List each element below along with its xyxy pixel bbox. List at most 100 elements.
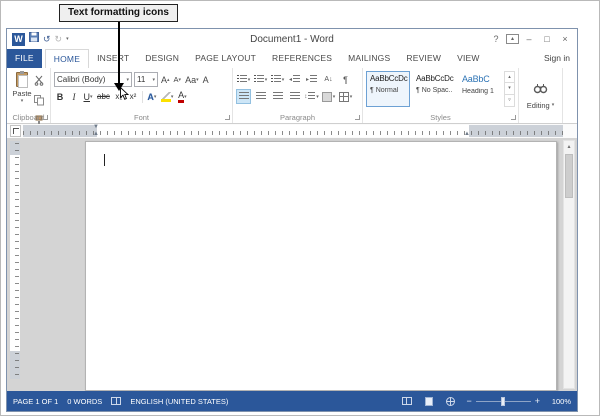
undo-icon[interactable]: ↺	[43, 33, 51, 46]
styles-group-label: Styles	[430, 113, 451, 122]
zoom-in-icon[interactable]: +	[535, 396, 540, 406]
status-bar: PAGE 1 OF 1 0 WORDS ENGLISH (UNITED STAT…	[7, 391, 577, 411]
show-hide-pilcrow-icon[interactable]: ¶	[338, 72, 353, 87]
paste-icon	[16, 71, 28, 88]
line-spacing-glyph: ↕	[304, 93, 308, 100]
tab-view[interactable]: VIEW	[449, 49, 488, 68]
tab-review[interactable]: REVIEW	[398, 49, 449, 68]
shrink-font-button[interactable]: A ▾	[173, 74, 183, 86]
sign-in-link[interactable]: Sign in	[537, 49, 577, 68]
sort-icon[interactable]: A↓	[321, 72, 336, 87]
vertical-ruler[interactable]	[10, 141, 20, 379]
italic-button[interactable]: I	[68, 89, 80, 104]
document-page[interactable]	[85, 141, 557, 391]
word-count[interactable]: 0 WORDS	[67, 397, 102, 406]
styles-scroll-down-icon[interactable]: ▾	[504, 83, 515, 95]
align-right-icon[interactable]	[270, 89, 285, 104]
style-card-normal[interactable]: AaBbCcDc ¶ Normal	[366, 71, 410, 107]
hanging-indent-marker[interactable]: ▲	[93, 131, 99, 137]
horizontal-ruler[interactable]: ▼ ▲ ▲	[23, 124, 563, 137]
clipboard-dialog-launcher-icon[interactable]	[43, 115, 48, 120]
editing-label: Editing	[526, 100, 550, 110]
paragraph-row-1: ▾ ▾ ▾ ◂ ▸ A↓ ¶	[236, 71, 359, 88]
line-spacing-icon[interactable]: ↕ ▾	[304, 89, 319, 104]
paragraph-dialog-launcher-icon[interactable]	[355, 115, 360, 120]
text-effects-button[interactable]: A ▾	[146, 89, 158, 104]
read-mode-icon[interactable]	[400, 396, 413, 407]
decrease-indent-icon[interactable]: ◂	[287, 72, 302, 87]
style-card-no-spacing[interactable]: AaBbCcDc ¶ No Spac...	[412, 71, 456, 107]
right-indent-marker[interactable]: ▲	[464, 131, 470, 137]
change-case-button[interactable]: Aa ▾	[184, 74, 200, 86]
tab-home[interactable]: HOME	[44, 49, 90, 68]
scroll-up-icon[interactable]: ▴	[564, 141, 574, 153]
styles-more-icon[interactable]: ▿	[504, 95, 515, 107]
align-center-icon[interactable]	[253, 89, 268, 104]
redo-icon[interactable]: ↻	[55, 33, 63, 46]
shading-icon[interactable]: ▾	[321, 89, 336, 104]
align-left-icon[interactable]	[236, 89, 251, 104]
vertical-scrollbar[interactable]: ▴	[563, 140, 575, 389]
ribbon-display-options-icon[interactable]: ▴	[506, 34, 519, 44]
paste-dropdown-icon[interactable]: ▾	[21, 98, 24, 104]
style-card-heading1[interactable]: AaBbC Heading 1	[458, 71, 501, 107]
tab-stop-icon	[12, 128, 19, 134]
web-layout-icon[interactable]	[444, 396, 457, 407]
editing-group[interactable]: Editing ▾	[519, 68, 563, 123]
multilevel-list-icon[interactable]: ▾	[270, 72, 285, 87]
quick-access-toolbar: W ↺ ↻ ▾	[7, 32, 69, 46]
tab-references[interactable]: REFERENCES	[264, 49, 340, 68]
font-group: Calibri (Body) ▾ 11 ▾ A ▴ A ▾ Aa ▾ A B I U ▾	[51, 68, 233, 123]
minimize-icon[interactable]: –	[521, 31, 537, 47]
text-highlight-button[interactable]: ▾	[160, 89, 175, 104]
paste-button[interactable]: Paste ▾	[10, 71, 34, 110]
grow-font-arrow-icon: ▴	[167, 76, 170, 83]
maximize-icon[interactable]: □	[539, 31, 555, 47]
tab-design[interactable]: DESIGN	[137, 49, 187, 68]
tab-insert[interactable]: INSERT	[89, 49, 137, 68]
styles-dialog-launcher-icon[interactable]	[511, 115, 516, 120]
help-icon[interactable]: ?	[488, 31, 504, 47]
justify-icon[interactable]	[287, 89, 302, 104]
tab-mailings[interactable]: MAILINGS	[340, 49, 398, 68]
scrollbar-thumb[interactable]	[565, 154, 573, 198]
zoom-level[interactable]: 100%	[549, 397, 571, 406]
word-logo-icon[interactable]: W	[12, 32, 25, 46]
font-dialog-launcher-icon[interactable]	[225, 115, 230, 120]
tab-selector-button[interactable]	[10, 125, 21, 137]
proofing-icon[interactable]	[111, 397, 122, 405]
print-layout-icon[interactable]	[422, 396, 435, 407]
page-indicator[interactable]: PAGE 1 OF 1	[13, 397, 58, 406]
paste-label: Paste	[12, 89, 32, 98]
qat-customize-icon[interactable]: ▾	[66, 33, 69, 46]
zoom-out-icon[interactable]: −	[466, 396, 471, 406]
tab-page-layout[interactable]: PAGE LAYOUT	[187, 49, 264, 68]
zoom-slider-thumb[interactable]	[500, 396, 505, 406]
styles-scroll-up-icon[interactable]: ▴	[504, 71, 515, 83]
first-line-indent-marker[interactable]: ▼	[93, 124, 99, 130]
borders-icon[interactable]: ▾	[338, 89, 353, 104]
strikethrough-button[interactable]: abc	[96, 89, 111, 104]
bullets-icon[interactable]: ▾	[236, 72, 251, 87]
titlebar: W ↺ ↻ ▾ Document1 - Word ? ▴ – □ ×	[7, 29, 577, 49]
font-color-button[interactable]: A ▾	[176, 89, 188, 104]
language-indicator[interactable]: ENGLISH (UNITED STATES)	[130, 397, 228, 406]
increase-indent-icon[interactable]: ▸	[304, 72, 319, 87]
close-icon[interactable]: ×	[557, 31, 573, 47]
save-icon[interactable]	[29, 32, 39, 46]
underline-button[interactable]: U ▾	[82, 89, 94, 104]
font-row-2: B I U ▾ abc x₂ x² A ▾ ▾ A ▾	[54, 88, 229, 105]
cut-icon[interactable]	[34, 73, 44, 91]
change-case-dropdown-icon: ▾	[196, 76, 199, 83]
grow-font-button[interactable]: A ▴	[160, 74, 171, 86]
clear-formatting-button[interactable]: A	[202, 74, 210, 86]
tab-file[interactable]: FILE	[7, 49, 42, 68]
bold-button[interactable]: B	[54, 89, 66, 104]
zoom-slider[interactable]	[475, 396, 531, 406]
font-name-dropdown-icon[interactable]: ▾	[124, 77, 129, 83]
numbering-icon[interactable]: ▾	[253, 72, 268, 87]
font-size-combobox[interactable]: 11 ▾	[134, 72, 158, 87]
copy-icon[interactable]	[34, 93, 44, 111]
callout-label: Text formatting icons	[59, 4, 178, 22]
font-size-dropdown-icon[interactable]: ▾	[150, 77, 155, 83]
